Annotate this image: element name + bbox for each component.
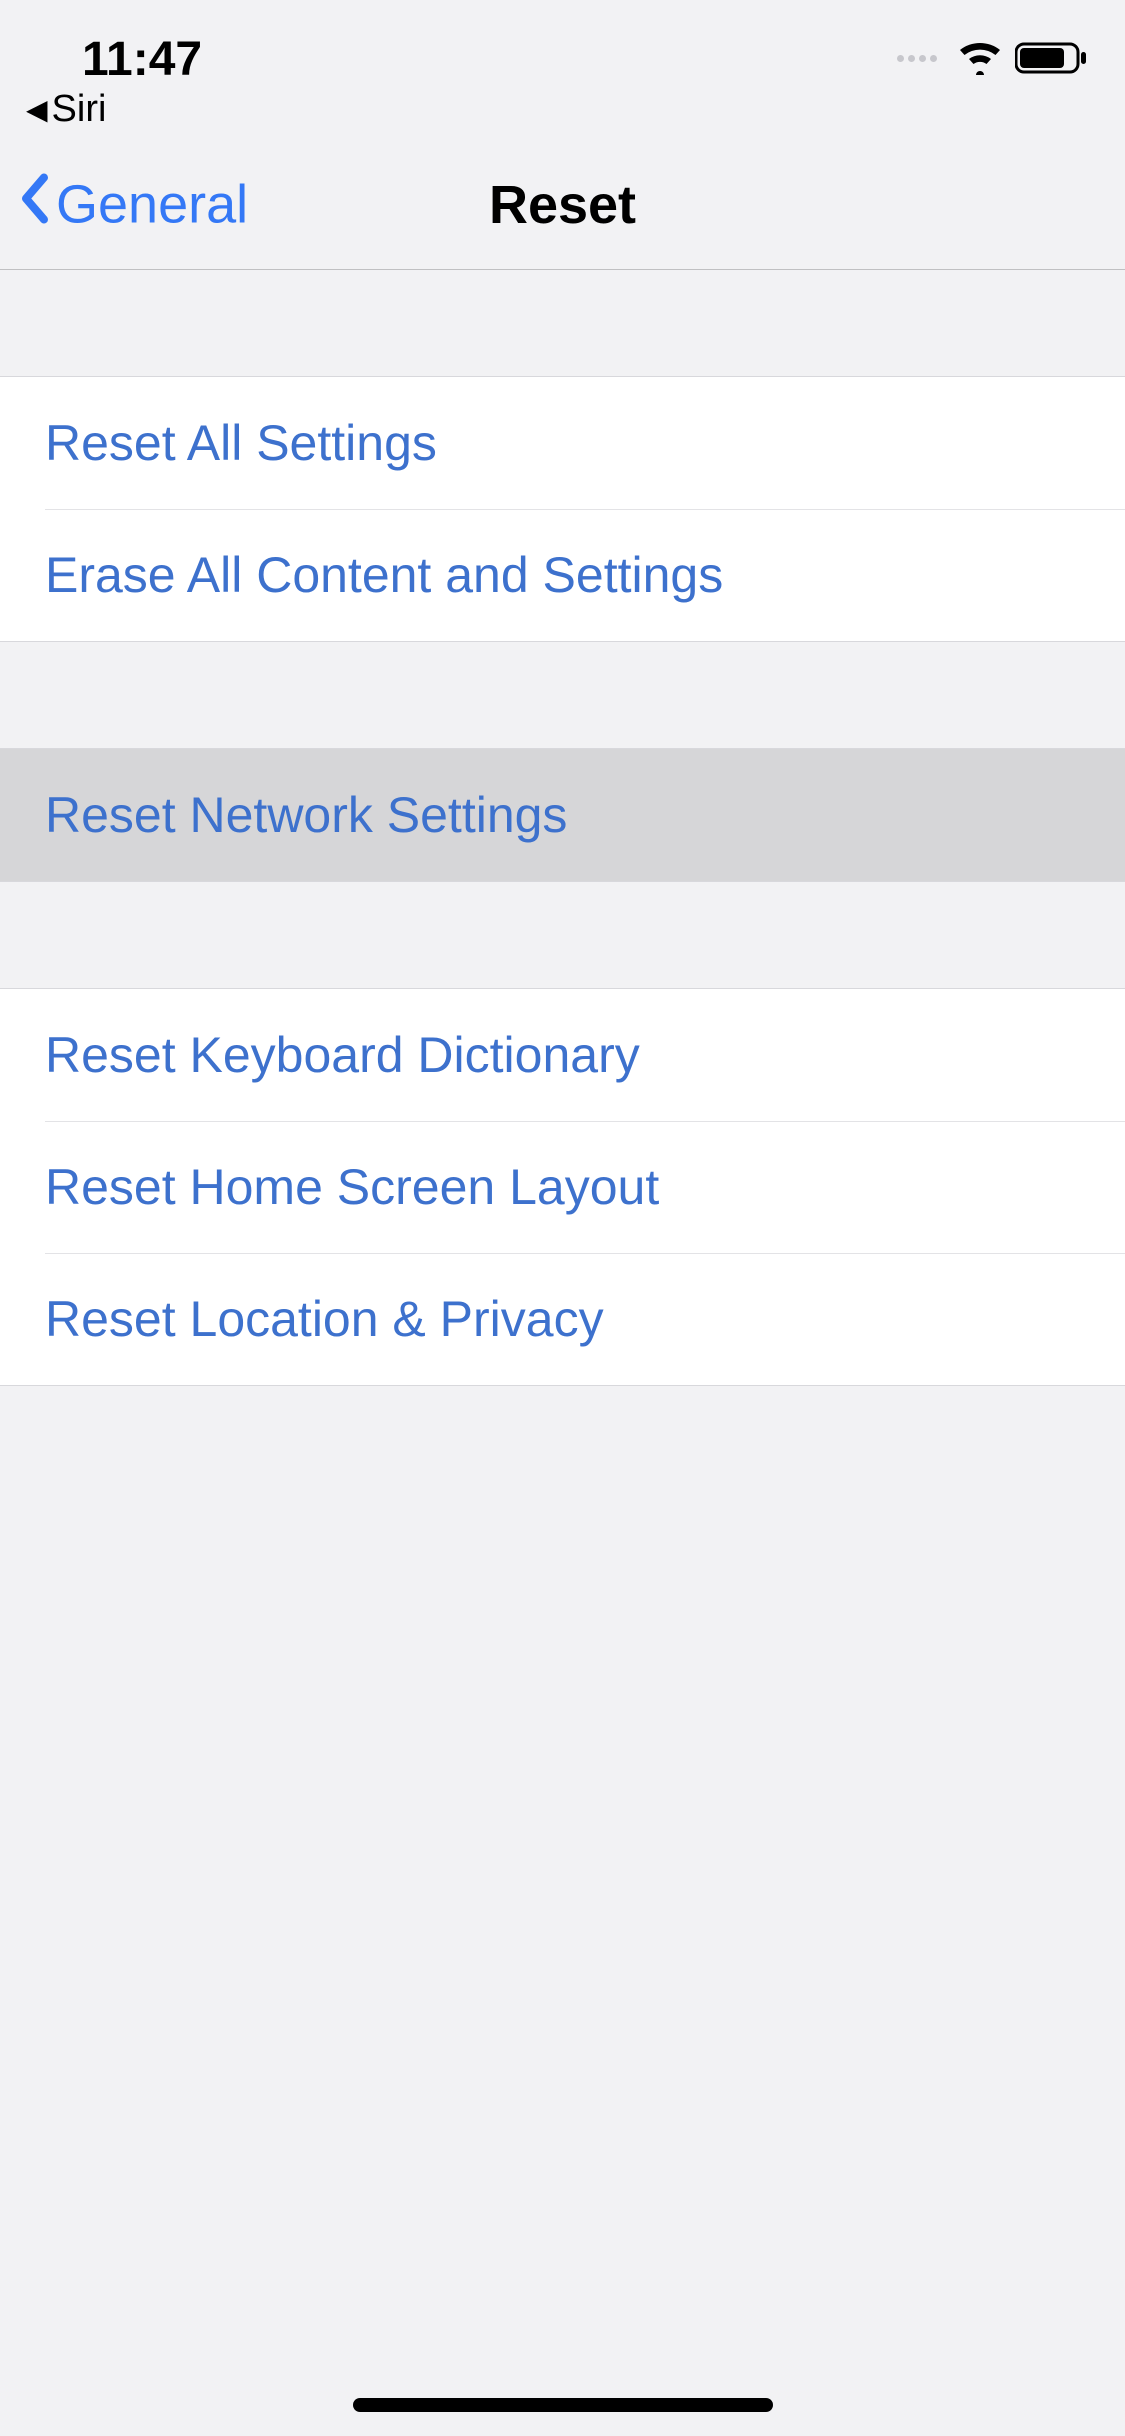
reset-all-settings-row[interactable]: Reset All Settings: [0, 377, 1125, 509]
erase-all-content-row[interactable]: Erase All Content and Settings: [0, 509, 1125, 641]
reset-network-settings-row[interactable]: Reset Network Settings: [0, 749, 1125, 881]
home-indicator[interactable]: [353, 2398, 773, 2412]
row-label: Reset Location & Privacy: [45, 1290, 604, 1348]
section-gap: [0, 882, 1125, 988]
row-label: Reset Keyboard Dictionary: [45, 1026, 640, 1084]
status-time: 11:47: [82, 32, 202, 87]
reset-group-1: Reset All Settings Erase All Content and…: [0, 376, 1125, 642]
reset-group-2: Reset Network Settings: [0, 748, 1125, 882]
battery-icon: [1015, 40, 1089, 76]
reset-home-screen-layout-row[interactable]: Reset Home Screen Layout: [0, 1121, 1125, 1253]
row-label: Reset Home Screen Layout: [45, 1158, 659, 1216]
back-triangle-icon: ◀: [26, 96, 48, 124]
status-bar: 11:47 ◀ Siri: [0, 0, 1125, 140]
row-label: Reset All Settings: [45, 414, 437, 472]
wifi-icon: [957, 41, 1003, 75]
back-label: General: [56, 174, 248, 236]
breadcrumb-return-to-app[interactable]: ◀ Siri: [26, 88, 106, 131]
nav-bar: General Reset: [0, 140, 1125, 270]
back-button[interactable]: General: [18, 171, 248, 238]
row-label: Reset Network Settings: [45, 786, 567, 844]
section-gap: [0, 642, 1125, 748]
chevron-left-icon: [18, 171, 52, 238]
row-label: Erase All Content and Settings: [45, 546, 723, 604]
section-gap: [0, 270, 1125, 376]
reset-location-privacy-row[interactable]: Reset Location & Privacy: [0, 1253, 1125, 1385]
cellular-dots-icon: [897, 55, 937, 62]
status-right: [897, 40, 1089, 76]
reset-keyboard-dictionary-row[interactable]: Reset Keyboard Dictionary: [0, 989, 1125, 1121]
breadcrumb-app-label: Siri: [52, 88, 107, 131]
reset-group-3: Reset Keyboard Dictionary Reset Home Scr…: [0, 988, 1125, 1386]
